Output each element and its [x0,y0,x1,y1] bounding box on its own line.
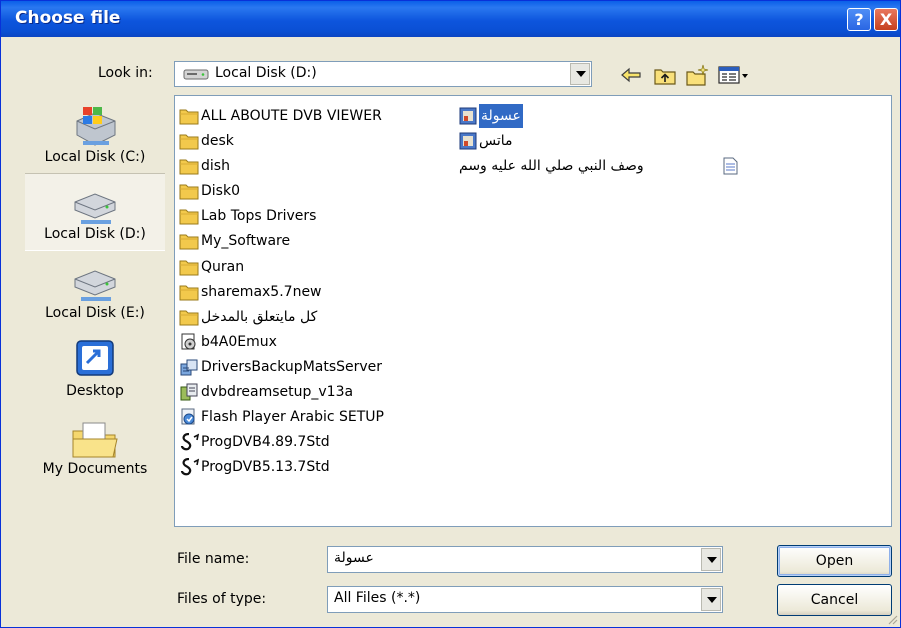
place-local-disk-e[interactable]: Local Disk (E:) [25,251,165,329]
setup-icon [181,408,195,425]
file-name-arrow[interactable] [701,548,721,571]
place-label: Local Disk (E:) [45,305,145,321]
installer-icon [180,383,198,401]
list-item-label: desk [201,133,234,149]
list-item-selected[interactable]: عسولة [459,104,689,128]
list-item-label: ALL ABOUTE DVB VIEWER [201,108,382,124]
list-item[interactable]: وصف النبي صلي الله عليه وسم [459,154,738,178]
view-menu-icon[interactable] [717,63,751,87]
list-item-label: Flash Player Arabic SETUP [201,409,384,425]
look-in-value: Local Disk (D:) [215,65,317,81]
folder-icon [179,134,199,150]
folder-icon [179,209,199,225]
folder-icon [179,184,199,200]
place-desktop[interactable]: Desktop [25,329,165,407]
folder-icon [179,285,199,301]
folder-icon [179,260,199,276]
file-name-value: عسولة [334,550,374,566]
image-file-icon [459,107,477,125]
window-title: Choose file [15,8,121,28]
list-item-label: كل مايتعلق بالمدخل [201,309,318,325]
title-bar[interactable]: Choose file ? X [1,1,900,37]
file-type-value: All Files (*.*) [334,590,421,606]
resize-grip-icon[interactable] [886,613,898,625]
folder-icon [179,234,199,250]
place-label: Local Disk (D:) [44,226,146,242]
list-item-label: Disk0 [201,183,240,199]
list-item-label: ماتس [479,133,513,149]
list-item-label: Lab Tops Drivers [201,208,317,224]
text-file-icon [723,157,738,175]
place-my-documents[interactable]: My Documents [25,407,165,485]
list-item[interactable]: ماتس [459,129,689,153]
desktop-icon [76,340,114,376]
folder-icon [179,310,199,326]
file-type-dropdown[interactable]: All Files (*.*) [327,586,723,613]
cancel-button[interactable]: Cancel [777,584,892,616]
hard-drive-icon [183,69,209,80]
new-folder-icon[interactable] [685,63,709,87]
place-label: My Documents [42,461,148,477]
image-file-icon [459,132,477,150]
place-local-disk-c[interactable]: Local Disk (C:) [25,95,165,173]
disk-image-icon [181,333,196,350]
file-type-label: Files of type: [177,591,267,607]
list-item-label: DriversBackupMatsServer [201,359,383,375]
my-documents-icon [72,422,118,458]
progdvb-icon [180,433,199,451]
places-bar: Local Disk (C:) Local Disk (D:) Local Di… [25,95,165,499]
place-label: Local Disk (C:) [44,149,146,165]
hard-drive-icon [74,193,116,224]
installer-icon [180,359,198,376]
list-item-label: My_Software [201,233,291,249]
hard-drive-icon [74,270,116,301]
file-name-label: File name: [177,551,250,567]
file-name-input[interactable]: عسولة [327,546,723,573]
close-button[interactable]: X [874,8,898,31]
back-arrow-icon[interactable] [619,63,643,87]
list-item-label: Quran [201,259,245,275]
list-item-label: ProgDVB5.13.7Std [201,459,330,475]
file-list[interactable]: ALL ABOUTE DVB VIEWER desk dish Disk0 La… [174,95,892,527]
up-folder-icon[interactable] [653,63,677,87]
open-button[interactable]: Open [777,545,892,577]
help-button[interactable]: ? [847,8,871,31]
windows-drive-icon [76,107,116,146]
place-label: Desktop [66,383,124,399]
list-item-label: sharemax5.7new [201,284,322,300]
list-item-label: ProgDVB4.89.7Std [201,434,330,450]
look-in-arrow[interactable] [570,63,590,85]
list-item-label: وصف النبي صلي الله عليه وسم [459,158,644,174]
list-item-label: عسولة [479,104,523,128]
look-in-dropdown[interactable]: Local Disk (D:) [174,61,592,87]
list-item-label: dvbdreamsetup_v13a [201,384,354,400]
look-in-label: Look in: [98,65,153,81]
list-item-label: b4A0Emux [201,334,277,350]
file-type-arrow[interactable] [701,588,721,611]
progdvb-icon [180,458,199,476]
folder-icon [179,109,199,125]
place-local-disk-d[interactable]: Local Disk (D:) [25,173,165,251]
folder-icon [179,159,199,175]
list-item-label: dish [201,158,230,174]
choose-file-dialog: Choose file ? X Look in: Local Disk (D:) [0,0,901,628]
